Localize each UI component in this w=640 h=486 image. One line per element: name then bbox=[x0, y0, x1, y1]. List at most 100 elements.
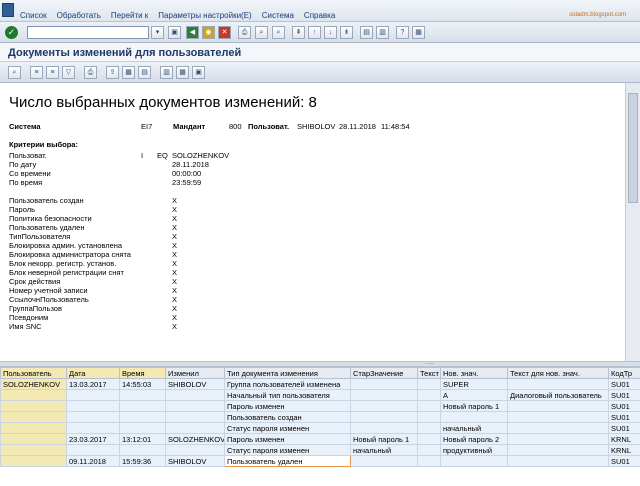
table-cell[interactable]: Новый пароль 1 bbox=[350, 433, 418, 445]
table-cell[interactable] bbox=[165, 444, 225, 456]
table-cell[interactable] bbox=[119, 444, 166, 456]
table-cell[interactable] bbox=[165, 411, 225, 423]
table-cell[interactable] bbox=[507, 433, 609, 445]
table-row[interactable]: 09.11.2018 15:59:36 SHIBOLOV Пользователь у… bbox=[0, 455, 640, 467]
vertical-scrollbar[interactable] bbox=[626, 83, 640, 361]
table-cell[interactable] bbox=[417, 400, 441, 412]
table-cell[interactable] bbox=[66, 411, 120, 423]
table-cell[interactable]: Новый пароль 2 bbox=[440, 433, 508, 445]
table-cell[interactable]: начальный bbox=[440, 422, 508, 434]
table-row[interactable]: 23.03.2017 13:12:01 SOLOZHENKOV Пароль изме… bbox=[0, 433, 640, 445]
table-cell[interactable]: начальный bbox=[350, 444, 418, 456]
enter-icon[interactable]: ✓ bbox=[5, 26, 18, 39]
back-icon[interactable]: ◀ bbox=[186, 26, 199, 39]
table-cell[interactable]: KRNL bbox=[608, 433, 640, 445]
shortcut-icon[interactable]: ▥ bbox=[376, 26, 389, 39]
column-header[interactable]: Дата bbox=[66, 367, 120, 379]
table-cell[interactable] bbox=[0, 400, 67, 412]
table-cell[interactable]: SU01 bbox=[608, 411, 640, 423]
table-cell[interactable]: SHIBOLOV bbox=[165, 455, 225, 467]
splitter-grip[interactable]: ..... bbox=[425, 359, 435, 366]
find-next-icon[interactable]: ⌕ bbox=[272, 26, 285, 39]
table-cell[interactable] bbox=[507, 455, 609, 467]
menu-item-5[interactable]: Справка bbox=[304, 11, 335, 20]
table-cell[interactable] bbox=[350, 411, 418, 423]
column-header[interactable]: Тип документа изменения bbox=[224, 367, 351, 379]
previous-page-icon[interactable]: ↑ bbox=[308, 26, 321, 39]
table-cell[interactable]: Пользователь удален bbox=[224, 455, 351, 467]
column-header[interactable]: Текст bbox=[417, 367, 441, 379]
table-cell[interactable]: продуктивный bbox=[440, 444, 508, 456]
filter-icon[interactable]: ▽ bbox=[62, 66, 75, 79]
table-cell[interactable]: SOLOZHENKOV bbox=[0, 378, 67, 390]
save-icon[interactable]: ▣ bbox=[168, 26, 181, 39]
table-cell[interactable]: 09.11.2018 bbox=[66, 455, 120, 467]
table-cell[interactable] bbox=[417, 422, 441, 434]
column-header[interactable]: Текст для нов. знач. bbox=[507, 367, 609, 379]
table-cell[interactable]: SU01 bbox=[608, 400, 640, 412]
table-cell[interactable] bbox=[66, 444, 120, 456]
table-cell[interactable] bbox=[0, 411, 67, 423]
table-cell[interactable] bbox=[0, 433, 67, 445]
table-cell[interactable] bbox=[417, 433, 441, 445]
command-history-icon[interactable]: ▾ bbox=[151, 26, 164, 39]
table-cell[interactable] bbox=[66, 400, 120, 412]
table-cell[interactable]: SU01 bbox=[608, 389, 640, 401]
table-cell[interactable] bbox=[350, 389, 418, 401]
table-cell[interactable]: 13.03.2017 bbox=[66, 378, 120, 390]
table-cell[interactable] bbox=[165, 422, 225, 434]
table-cell[interactable] bbox=[165, 400, 225, 412]
table-row[interactable]: Начальный тип пользователя A Диалоговый по… bbox=[0, 389, 640, 401]
table-cell[interactable]: 13:12:01 bbox=[119, 433, 166, 445]
print-preview-icon[interactable]: ⎙ bbox=[84, 66, 97, 79]
layout-menu-icon[interactable]: ▦ bbox=[412, 26, 425, 39]
table-cell[interactable] bbox=[507, 400, 609, 412]
table-cell[interactable]: SOLOZHENKOV bbox=[165, 433, 225, 445]
menu-item-3[interactable]: Параметры настройки(E) bbox=[158, 11, 251, 20]
table-cell[interactable]: SUPER bbox=[440, 378, 508, 390]
help-icon[interactable]: ? bbox=[396, 26, 409, 39]
table-cell[interactable] bbox=[0, 389, 67, 401]
table-cell[interactable] bbox=[350, 400, 418, 412]
menu-item-2[interactable]: Перейти к bbox=[111, 11, 148, 20]
table-cell[interactable]: SU01 bbox=[608, 422, 640, 434]
table-cell[interactable] bbox=[119, 400, 166, 412]
save-layout-icon[interactable]: ▣ bbox=[192, 66, 205, 79]
table-cell[interactable] bbox=[417, 378, 441, 390]
table-cell[interactable] bbox=[507, 444, 609, 456]
table-row[interactable]: Пользователь создан SU01 bbox=[0, 411, 640, 423]
scroll-thumb[interactable] bbox=[628, 93, 638, 203]
table-cell[interactable] bbox=[0, 422, 67, 434]
table-row[interactable]: Статус пароля изменен начальный SU01 bbox=[0, 422, 640, 434]
table-cell[interactable] bbox=[417, 389, 441, 401]
last-page-icon[interactable]: ⇟ bbox=[340, 26, 353, 39]
command-field[interactable] bbox=[27, 26, 149, 39]
print-icon[interactable]: ⎙ bbox=[238, 26, 251, 39]
table-cell[interactable] bbox=[440, 411, 508, 423]
table-cell[interactable] bbox=[119, 389, 166, 401]
table-cell[interactable] bbox=[417, 455, 441, 467]
menu-item-4[interactable]: Система bbox=[262, 11, 294, 20]
export-icon[interactable]: ⇪ bbox=[106, 66, 119, 79]
table-cell[interactable] bbox=[66, 389, 120, 401]
select-layout-icon[interactable]: ▦ bbox=[176, 66, 189, 79]
cancel-icon[interactable]: ✕ bbox=[218, 26, 231, 39]
table-cell[interactable]: Начальный тип пользователя bbox=[224, 389, 351, 401]
table-cell[interactable] bbox=[119, 411, 166, 423]
column-header[interactable]: Пользователь bbox=[0, 367, 67, 379]
spreadsheet-icon[interactable]: ▦ bbox=[122, 66, 135, 79]
table-cell[interactable]: Новый пароль 1 bbox=[440, 400, 508, 412]
column-header[interactable]: Изменил bbox=[165, 367, 225, 379]
table-cell[interactable]: 14:55:03 bbox=[119, 378, 166, 390]
menu-item-0[interactable]: Список bbox=[20, 11, 47, 20]
exit-icon[interactable]: ◉ bbox=[202, 26, 215, 39]
details-icon[interactable]: ⌕ bbox=[8, 66, 21, 79]
sap-window-icon[interactable] bbox=[2, 3, 14, 17]
table-cell[interactable] bbox=[417, 444, 441, 456]
menu-item-1[interactable]: Обработать bbox=[57, 11, 101, 20]
table-cell[interactable]: A bbox=[440, 389, 508, 401]
table-cell[interactable]: KRNL bbox=[608, 444, 640, 456]
table-cell[interactable] bbox=[350, 455, 418, 467]
table-cell[interactable]: Статус пароля изменен bbox=[224, 422, 351, 434]
table-cell[interactable]: SU01 bbox=[608, 378, 640, 390]
